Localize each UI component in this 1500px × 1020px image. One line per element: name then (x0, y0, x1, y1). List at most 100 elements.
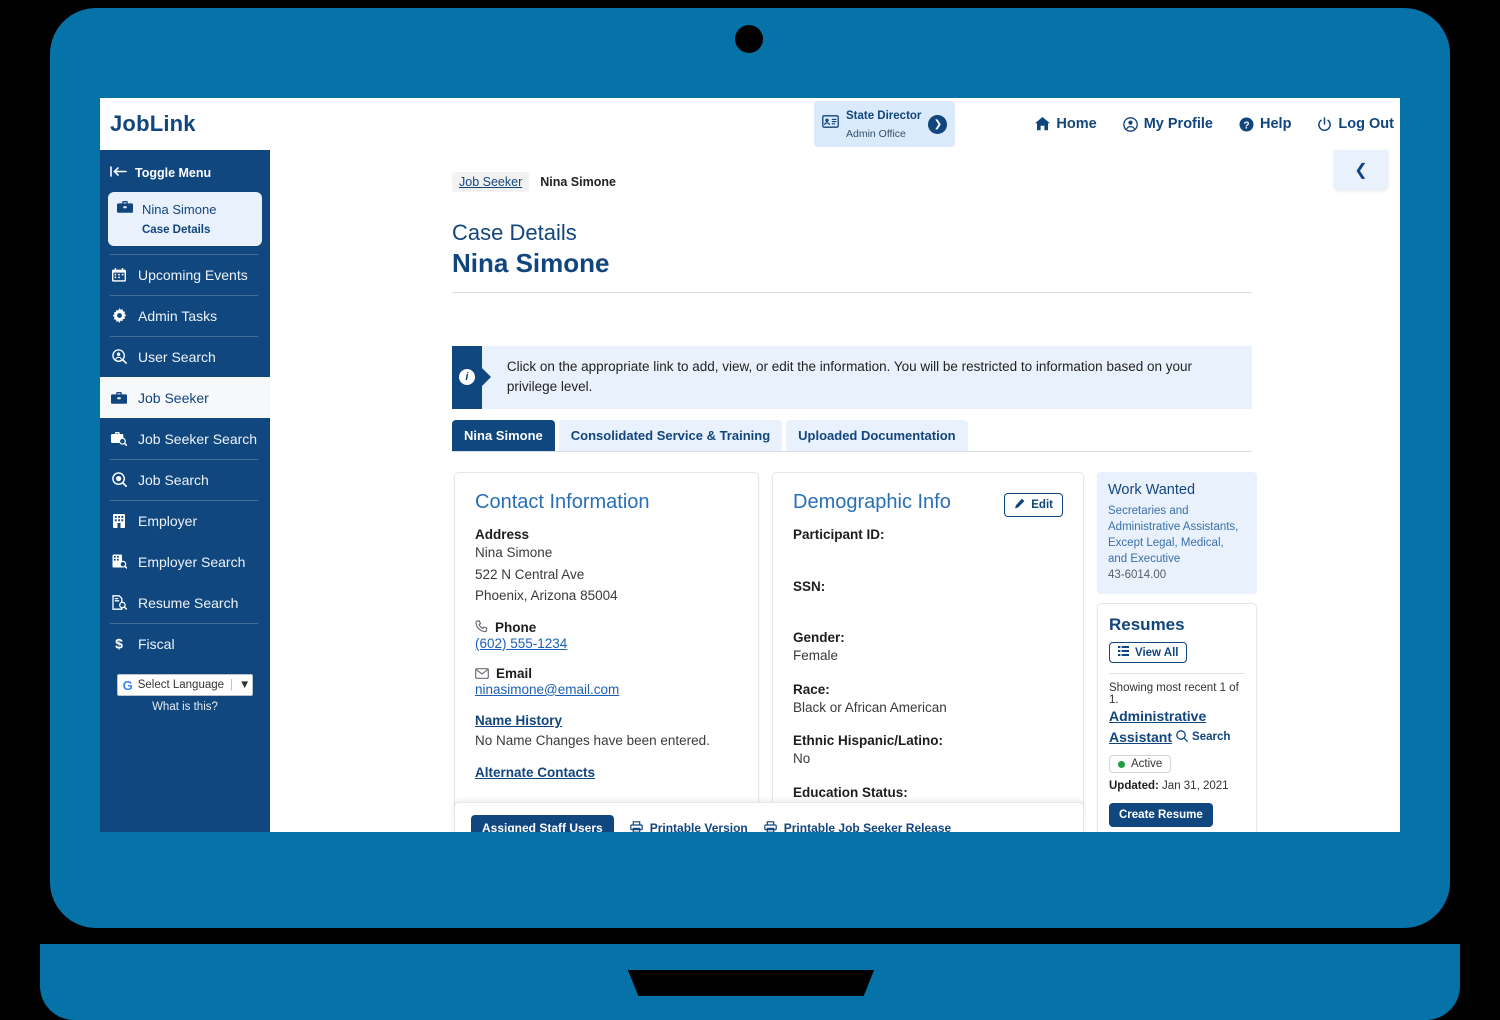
breadcrumb-link-job-seeker[interactable]: Job Seeker (452, 172, 530, 192)
sidebar-item-label: Admin Tasks (138, 307, 218, 324)
user-search-icon (110, 349, 128, 365)
sidebar-item-upcoming-events[interactable]: Upcoming Events (100, 254, 270, 295)
assigned-staff-users-button[interactable]: Assigned Staff Users (471, 815, 614, 832)
name-history-link[interactable]: Name History (475, 713, 562, 728)
pencil-icon (1014, 498, 1025, 512)
sidebar-item-user-search[interactable]: User Search (100, 336, 270, 377)
briefcase-icon (110, 391, 128, 405)
action-bar: Assigned Staff Users Printable Version P… (454, 802, 1084, 832)
role-chip-text: State Director Admin Office (846, 106, 921, 143)
alternate-contacts-link[interactable]: Alternate Contacts (475, 765, 595, 780)
camera-dot (735, 25, 763, 53)
collapse-panel-button[interactable]: ❮ (1334, 150, 1388, 190)
envelope-icon (475, 667, 489, 679)
phone-icon (475, 620, 488, 634)
toggle-menu-icon (110, 166, 127, 180)
sidebar-item-job-seeker-search[interactable]: Job Seeker Search (100, 418, 270, 459)
sidebar-item-admin-tasks[interactable]: Admin Tasks (100, 295, 270, 336)
printable-job-seeker-release-label: Printable Job Seeker Release (783, 821, 952, 832)
nav-my-profile-label: My Profile (1143, 116, 1213, 132)
updated-value: Jan 31, 2021 (1162, 780, 1229, 793)
sidebar-item-fiscal[interactable]: $ Fiscal (100, 623, 270, 664)
field-race: Race: Black or African American (793, 682, 1063, 719)
education-status-label: Education Status: (793, 784, 908, 800)
sidebar-item-job-search[interactable]: Job Search (100, 459, 270, 500)
address-line-1: Nina Simone (475, 545, 553, 560)
printable-job-seeker-release-link[interactable]: Printable Job Seeker Release (763, 820, 952, 832)
edit-demographic-button[interactable]: Edit (1004, 493, 1063, 517)
sidebar-item-job-seeker[interactable]: Job Seeker (100, 377, 270, 419)
sidebar-item-employer[interactable]: Employer (100, 500, 270, 541)
updated-label: Updated: (1109, 780, 1159, 793)
sidebar-item-resume-search[interactable]: Resume Search (100, 582, 270, 623)
home-icon (1035, 117, 1051, 131)
sidebar-context-subtitle: Case Details (142, 224, 211, 237)
top-bar: JobLink State Director Admin Office ❯ Ho… (100, 98, 1400, 150)
nav-help[interactable]: ? Help (1239, 116, 1291, 132)
sidebar-item-label: Employer Search (138, 553, 246, 570)
document-search-icon (110, 595, 128, 611)
resumes-divider (1109, 673, 1245, 675)
nav-log-out-label: Log Out (1338, 116, 1394, 132)
role-switch-chip[interactable]: State Director Admin Office ❯ (813, 100, 956, 148)
tab-consolidated-service-training[interactable]: Consolidated Service & Training (558, 420, 783, 451)
building-search-icon (110, 554, 128, 570)
sidebar-item-label: Job Seeker (138, 389, 209, 406)
sidebar-item-label: Job Search (138, 471, 209, 488)
nav-home[interactable]: Home (1035, 116, 1097, 132)
printer-icon (629, 820, 643, 832)
field-participant-id: Participant ID: (793, 527, 1063, 564)
chevron-right-icon[interactable]: ❯ (928, 114, 948, 134)
printable-version-link[interactable]: Printable Version (629, 820, 748, 832)
demographic-card-header: Demographic Info Edit (793, 491, 1063, 527)
sidebar-item-label: Resume Search (138, 594, 239, 611)
printable-version-label: Printable Version (649, 821, 748, 832)
info-banner-accent: i (452, 346, 482, 409)
role-chip-title: State Director (845, 109, 922, 122)
info-banner-text: Click on the appropriate link to add, vi… (506, 359, 1193, 395)
resume-updated-line: Updated: Jan 31, 2021 (1109, 780, 1245, 792)
ethnic-hispanic-latino-label: Ethnic Hispanic/Latino: (793, 733, 944, 749)
race-label: Race: (793, 681, 830, 697)
breadcrumb: Job Seeker Nina Simone (452, 172, 623, 192)
sidebar-context-name: Nina Simone (142, 202, 217, 217)
view-all-resumes-button[interactable]: View All (1109, 642, 1188, 664)
field-ethnic-hispanic-latino: Ethnic Hispanic/Latino: No (793, 733, 1063, 770)
caret-down-icon[interactable]: ▼ (239, 679, 250, 691)
resumes-title: Resumes (1109, 615, 1185, 635)
app-logo[interactable]: JobLink (110, 111, 196, 137)
nav-log-out[interactable]: Log Out (1317, 116, 1394, 132)
sidebar-item-label: Job Seeker Search (138, 430, 258, 447)
sidebar-item-label: Employer (138, 512, 198, 529)
resume-search-button[interactable]: Search (1176, 729, 1230, 745)
contact-information-card: Contact Information Address Nina Simone … (454, 472, 759, 817)
language-hint-link[interactable]: What is this? (100, 701, 270, 713)
email-value-link[interactable]: ninasimone@email.com (475, 682, 619, 697)
sidebar-item-employer-search[interactable]: Employer Search (100, 541, 270, 582)
field-education-status: Education Status: (793, 785, 1063, 800)
resume-entry: Administrative Assistant Search (1109, 706, 1245, 747)
svg-text:$: $ (115, 636, 123, 651)
toggle-menu-label: Toggle Menu (135, 166, 212, 180)
nav-my-profile[interactable]: My Profile (1122, 116, 1213, 132)
create-resume-button[interactable]: Create Resume (1109, 803, 1213, 828)
field-gender: Gender: Female (793, 630, 1063, 667)
page-title: Nina Simone (452, 248, 610, 278)
page-header: Case Details Nina Simone (452, 220, 1252, 279)
status-badge-label: Active (1131, 758, 1163, 771)
phone-value-link[interactable]: (602) 555-1234 (475, 636, 567, 651)
magnifier-icon (110, 472, 128, 488)
screen: JobLink State Director Admin Office ❯ Ho… (100, 98, 1400, 832)
info-banner: i Click on the appropriate link to add, … (452, 346, 1252, 409)
tab-bar: Nina Simone Consolidated Service & Train… (452, 420, 1252, 452)
briefcase-icon (117, 200, 133, 219)
tab-nina-simone[interactable]: Nina Simone (452, 420, 555, 451)
tab-uploaded-documentation[interactable]: Uploaded Documentation (786, 420, 968, 451)
sidebar-context-card[interactable]: Nina Simone Case Details (108, 192, 262, 247)
toggle-menu-button[interactable]: Toggle Menu (100, 150, 270, 192)
top-bar-right: State Director Admin Office ❯ Home My Pr… (813, 100, 1400, 148)
dollar-icon: $ (110, 636, 128, 651)
language-select[interactable]: G Select Language | ▼ (116, 674, 254, 697)
building-icon (110, 513, 128, 528)
resumes-showing-text: Showing most recent 1 of 1. (1109, 682, 1239, 707)
